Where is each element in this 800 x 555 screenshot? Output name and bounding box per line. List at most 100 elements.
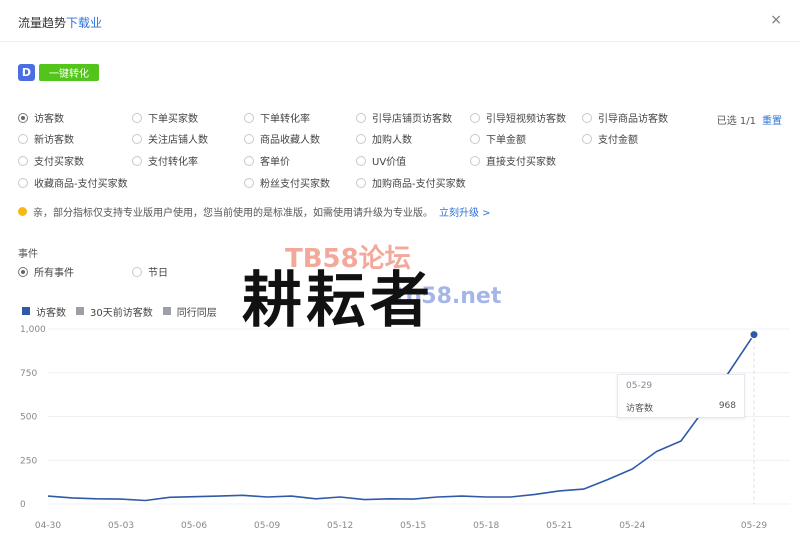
metric-label: 粉丝支付买家数	[260, 179, 330, 190]
x-tick-label: 05-15	[400, 521, 426, 531]
radio-icon	[356, 155, 366, 166]
legend-item[interactable]: 30天前访客数	[76, 304, 153, 319]
legend-label: 同行同层	[176, 307, 217, 319]
legend-swatch	[76, 307, 84, 315]
metric-label: 支付买家数	[34, 157, 84, 168]
event-option-holiday[interactable]: 节日	[132, 264, 168, 279]
one-click-convert-button[interactable]: 一键转化	[39, 63, 99, 81]
metric-label: 引导店铺页访客数	[372, 114, 452, 125]
metric-label: 直接支付买家数	[486, 157, 556, 168]
radio-icon	[18, 133, 28, 144]
metric-option[interactable]: UV价值	[356, 153, 406, 168]
upgrade-link[interactable]: 立刻升级 >	[439, 204, 491, 219]
radio-icon	[356, 177, 366, 188]
metric-option[interactable]: 下单买家数	[132, 110, 198, 125]
toolbar: D 一键转化	[18, 62, 99, 82]
dialog-title: 流量趋势下载业	[18, 14, 102, 31]
legend-swatch	[22, 307, 30, 315]
metric-option[interactable]: 访客数	[18, 110, 64, 125]
x-tick-label: 05-24	[619, 521, 645, 531]
radio-icon	[470, 155, 480, 166]
legend-label: 30天前访客数	[90, 307, 153, 319]
y-tick-label: 250	[20, 456, 37, 466]
reset-link[interactable]: 重置	[762, 112, 782, 127]
chart-legend: 访客数 30天前访客数 同行同层	[22, 304, 217, 319]
metric-option[interactable]: 粉丝支付买家数	[244, 175, 330, 190]
metric-label: 访客数	[34, 114, 64, 125]
radio-icon	[244, 155, 254, 166]
metric-option[interactable]: 加购商品-支付买家数	[356, 175, 466, 190]
metric-option[interactable]: 加购人数	[356, 131, 412, 146]
events-label: 事件	[18, 249, 38, 260]
metric-option[interactable]: 收藏商品-支付买家数	[18, 175, 128, 190]
close-icon[interactable]: ×	[770, 12, 782, 28]
title-link[interactable]: 下载业	[66, 16, 102, 30]
radio-icon	[132, 133, 142, 144]
metric-label: 支付金额	[598, 135, 638, 146]
radio-icon	[18, 266, 28, 277]
radio-icon	[18, 112, 28, 123]
metric-label: 加购商品-支付买家数	[372, 179, 466, 190]
metric-option[interactable]: 支付转化率	[132, 153, 198, 168]
metric-option[interactable]: 直接支付买家数	[470, 153, 556, 168]
metric-label: 支付转化率	[148, 157, 198, 168]
visitors-line-chart: 0 250 500 750 1,000 04-30 05-03 05-06 05-09 05-12…	[20, 325, 790, 531]
title-text: 流量趋势	[18, 16, 67, 30]
event-option-all[interactable]: 所有事件	[18, 264, 74, 279]
metric-label: 关注店铺人数	[148, 135, 208, 146]
notice-text: 亲，部分指标仅支持专业版用户使用，您当前使用的是标准版，如需使用请升级为专业版。	[33, 208, 433, 219]
legend-item[interactable]: 访客数	[22, 304, 66, 319]
y-tick-label: 0	[20, 500, 26, 510]
metric-option[interactable]: 引导短视频访客数	[470, 110, 566, 125]
radio-icon	[582, 133, 592, 144]
x-tick-label: 05-18	[473, 521, 499, 531]
metric-option[interactable]: 支付买家数	[18, 153, 84, 168]
event-label: 所有事件	[34, 268, 74, 279]
radio-icon	[132, 155, 142, 166]
metric-label: 收藏商品-支付买家数	[34, 179, 128, 190]
metric-label: 引导短视频访客数	[486, 114, 566, 125]
radio-icon	[356, 133, 366, 144]
metric-option[interactable]: 商品收藏人数	[244, 131, 320, 146]
metric-label: 新访客数	[34, 135, 74, 146]
x-tick-label: 04-30	[35, 521, 61, 531]
tooltip-date: 05-29	[626, 381, 653, 391]
metric-label: 引导商品访客数	[598, 114, 668, 125]
radio-icon	[582, 112, 592, 123]
upgrade-notice: 亲，部分指标仅支持专业版用户使用，您当前使用的是标准版，如需使用请升级为专业版。…	[18, 204, 491, 219]
metric-option[interactable]: 下单转化率	[244, 110, 310, 125]
warning-icon	[18, 207, 27, 216]
metric-option[interactable]: 引导商品访客数	[582, 110, 668, 125]
chart-tooltip: 05-29 访客数 968	[617, 374, 745, 418]
tooltip-label: 访客数	[626, 404, 654, 414]
metric-option[interactable]: 支付金额	[582, 131, 638, 146]
logo-letter: D	[21, 65, 32, 79]
calligraphy-watermark: 耕耘者	[242, 266, 434, 336]
metric-option[interactable]: 新访客数	[18, 131, 74, 146]
metric-label: 下单转化率	[260, 114, 310, 125]
metric-label: 客单价	[260, 157, 290, 168]
metric-option[interactable]: 下单金额	[470, 131, 526, 146]
metric-label: 下单金额	[486, 135, 526, 146]
app-logo-icon: D	[18, 63, 35, 81]
metric-label: 商品收藏人数	[260, 135, 320, 146]
event-label: 节日	[148, 268, 168, 279]
x-tick-label: 05-09	[254, 521, 280, 531]
dialog-header: 流量趋势下载业 ×	[0, 0, 800, 42]
metric-label: UV价值	[372, 157, 407, 168]
radio-icon	[132, 112, 142, 123]
metric-option[interactable]: 关注店铺人数	[132, 131, 208, 146]
radio-icon	[470, 133, 480, 144]
legend-item[interactable]: 同行同层	[162, 304, 217, 319]
y-tick-label: 500	[20, 413, 37, 423]
metric-option[interactable]: 引导店铺页访客数	[356, 110, 452, 125]
radio-icon	[244, 177, 254, 188]
legend-label: 访客数	[36, 307, 66, 319]
y-tick-label: 1,000	[20, 325, 46, 335]
data-point[interactable]	[749, 330, 759, 340]
metric-option[interactable]: 客单价	[244, 153, 290, 168]
y-tick-label: 750	[20, 369, 37, 379]
x-tick-label: 05-29	[741, 521, 767, 531]
radio-icon	[132, 266, 142, 277]
x-tick-label: 05-03	[108, 521, 134, 531]
